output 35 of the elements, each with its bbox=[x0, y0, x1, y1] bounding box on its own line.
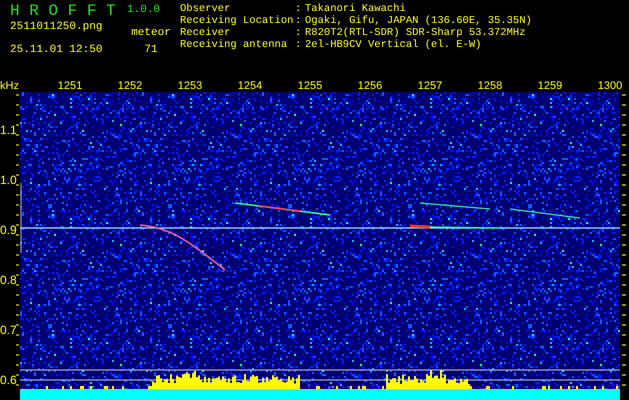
info-value: Takanori Kawachi bbox=[305, 3, 407, 15]
file-name: 2511011250.png bbox=[10, 20, 102, 34]
time-label: 1254 bbox=[238, 80, 262, 92]
info-value: Ogaki, Gifu, JAPAN (136.60E, 35.35N) bbox=[305, 15, 532, 27]
info-colon: : bbox=[295, 3, 302, 15]
time-label: 1253 bbox=[178, 80, 202, 92]
info-colon: : bbox=[295, 27, 302, 39]
time-label: 1257 bbox=[418, 80, 442, 92]
frequency-label: 1.1 bbox=[0, 123, 17, 137]
frequency-label: 1.0 bbox=[0, 173, 17, 187]
info-value: R820T2(RTL-SDR) SDR-Sharp 53.372MHz bbox=[305, 27, 527, 39]
app-version: 1.0.0 bbox=[126, 3, 162, 18]
frequency-label: 0.8 bbox=[0, 273, 17, 287]
time-label: 1255 bbox=[298, 80, 322, 92]
info-value: 2el-HB9CV Vertical (el. E-W) bbox=[305, 39, 482, 51]
time-label: 1259 bbox=[538, 80, 562, 92]
meteor-label: meteor bbox=[131, 26, 171, 40]
info-label: Receiving Location bbox=[180, 15, 294, 27]
time-label: 1251 bbox=[58, 80, 82, 92]
time-label: 1300 bbox=[598, 80, 622, 92]
info-colon: : bbox=[295, 15, 302, 27]
info-label: Observer bbox=[180, 3, 232, 15]
app-title: H R O F F T bbox=[10, 3, 117, 19]
frequency-label: 0.7 bbox=[0, 323, 17, 337]
frequency-label: 0.6 bbox=[0, 373, 17, 387]
time-label: 1258 bbox=[478, 80, 502, 92]
info-label: Receiver bbox=[180, 27, 232, 39]
time-label: 1252 bbox=[118, 80, 142, 92]
unit-label: kHz bbox=[0, 80, 19, 92]
time-label: 1256 bbox=[358, 80, 382, 92]
meteor-count: 71 bbox=[144, 43, 158, 57]
info-colon: : bbox=[295, 39, 302, 51]
timestamp: 25.11.01 12:50 bbox=[10, 43, 102, 57]
info-label: Receiving antenna bbox=[180, 39, 288, 51]
frequency-label: 0.9 bbox=[0, 223, 17, 237]
